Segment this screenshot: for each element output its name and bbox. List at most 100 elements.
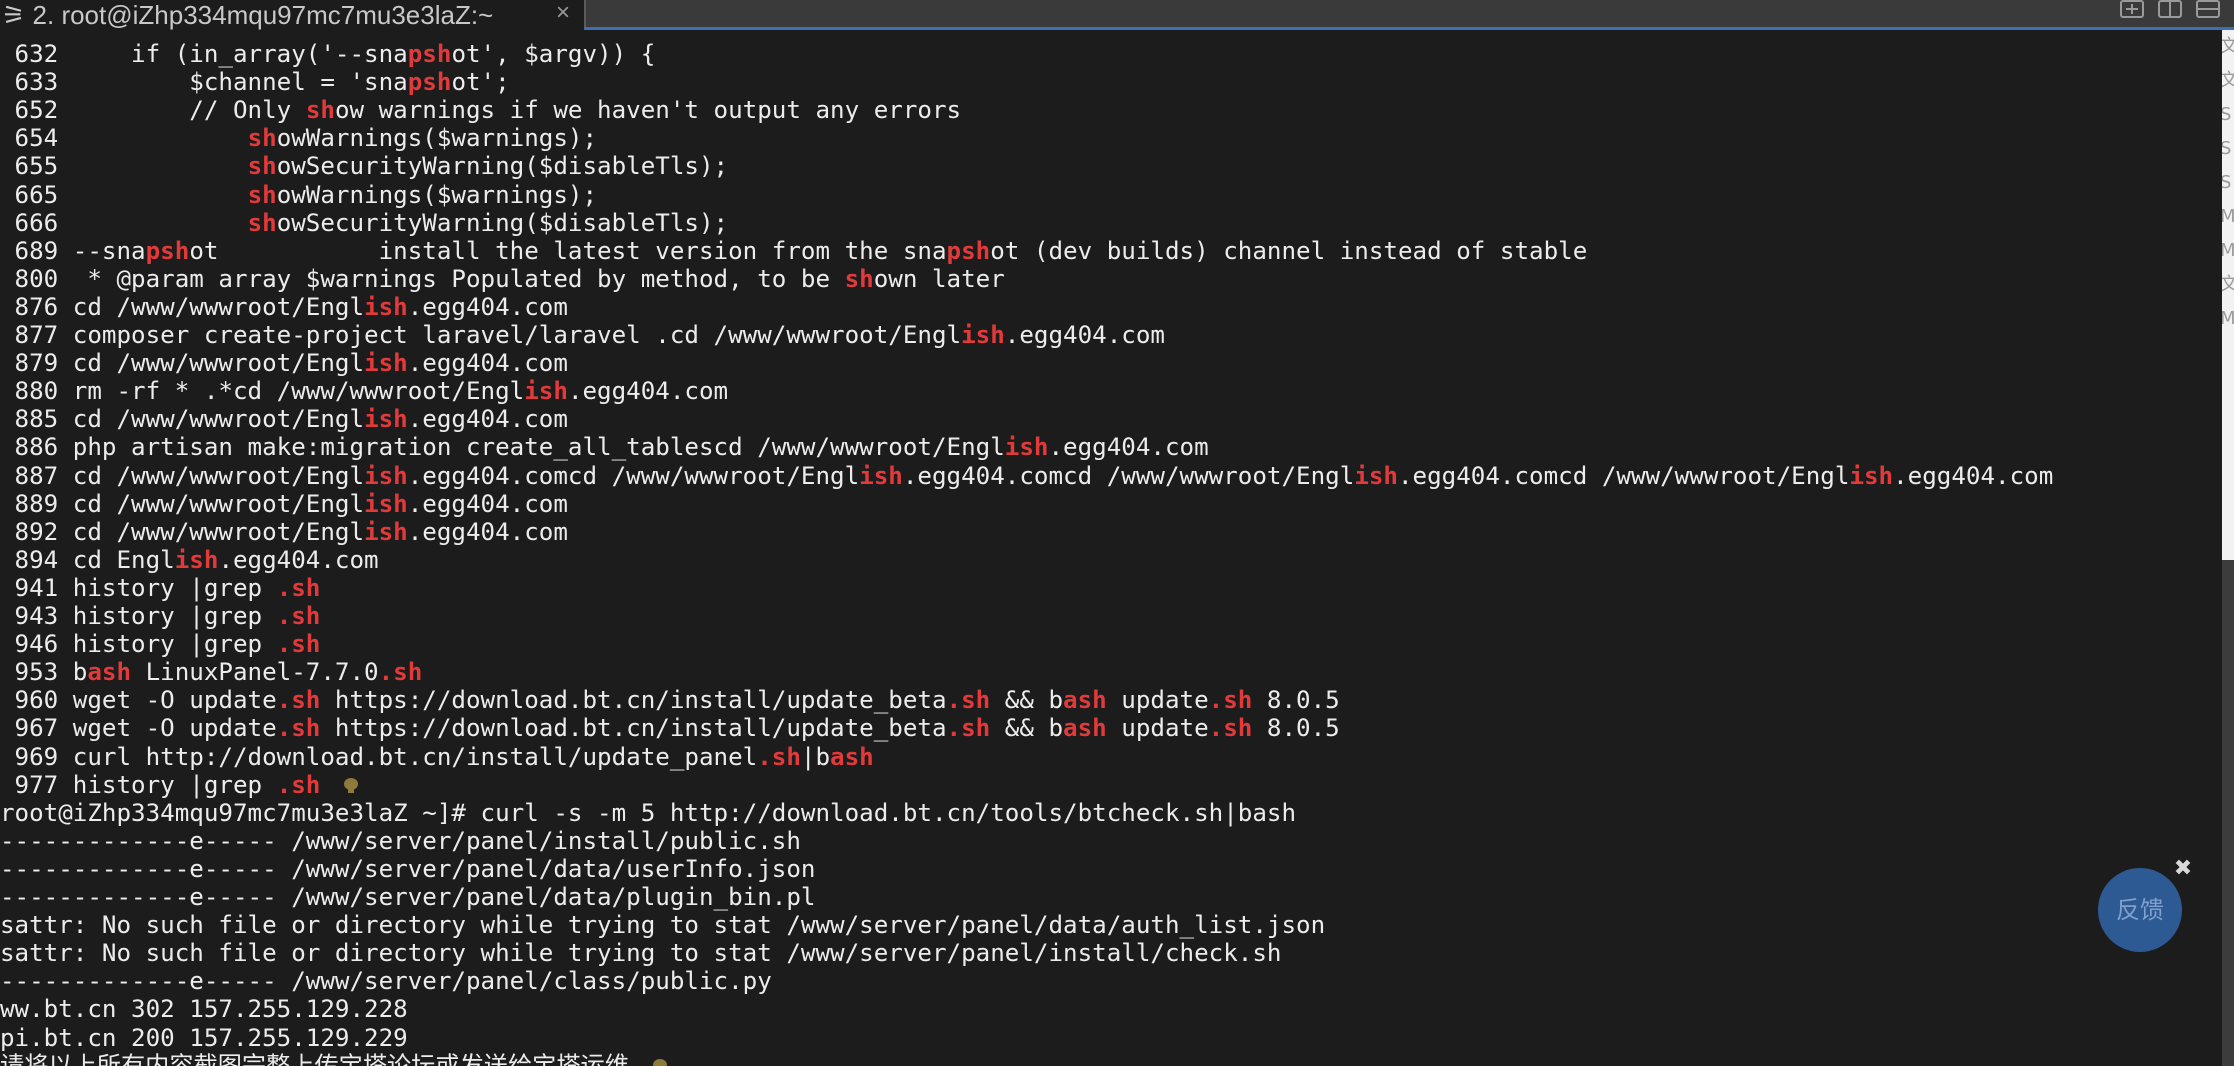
- lightbulb-icon[interactable]: [652, 1058, 667, 1066]
- match-highlight: ish: [364, 461, 408, 490]
- feedback-button[interactable]: 反馈: [2098, 868, 2182, 952]
- history-number: 689: [0, 236, 59, 265]
- command-text: 8.0.5: [1252, 714, 1340, 743]
- command-text: owSecurityWarning($disableTls);: [276, 152, 729, 181]
- command-text: .egg404.com: [407, 405, 568, 434]
- command-text: .egg404.com: [1048, 433, 1209, 462]
- command-text: 8.0.5: [1252, 686, 1340, 715]
- match-highlight: .sh: [1208, 714, 1253, 743]
- command-text: history |grep: [58, 573, 277, 602]
- command-text: [58, 181, 247, 209]
- output-text: -------------e----- /www/server/panel/da…: [0, 854, 816, 883]
- history-number: 885: [0, 405, 59, 434]
- match-highlight: sh: [305, 96, 335, 125]
- command-text: https://download.bt.cn/install/update_be…: [320, 686, 947, 715]
- lightbulb-icon[interactable]: [344, 777, 359, 794]
- history-line: 666 showSecurityWarning($disableTls);: [0, 208, 729, 237]
- terminal-tab[interactable]: ⚞ 2. root@iZhp334mqu97mc7mu3e3laZ:~ ×: [0, 0, 584, 30]
- match-highlight: sh: [247, 208, 277, 237]
- match-highlight: ish: [174, 545, 219, 574]
- history-line: 879 cd /www/wwwroot/English.egg404.com: [0, 349, 568, 377]
- history-number: 941: [0, 573, 59, 602]
- command-text: ot', $argv)) {: [451, 40, 656, 68]
- output-text: ww.bt.cn 302 157.255.129.228: [0, 995, 408, 1024]
- command-text: owSecurityWarning($disableTls);: [276, 208, 729, 237]
- history-line: 969 curl http://download.bt.cn/install/u…: [0, 743, 874, 771]
- match-highlight: .sh: [276, 630, 321, 659]
- split-vertical-icon[interactable]: [2158, 0, 2182, 18]
- command-text: wget -O update: [58, 714, 277, 743]
- history-line: 892 cd /www/wwwroot/English.egg404.com: [0, 518, 568, 546]
- scrollbar-thumb[interactable]: [2222, 560, 2234, 1066]
- history-line: 880 rm -rf * .*cd /www/wwwroot/English.e…: [0, 377, 729, 406]
- history-line: 654 showWarnings($warnings);: [0, 124, 598, 153]
- side-strip-char: S: [2222, 172, 2232, 193]
- side-strip-char: 文: [2222, 36, 2234, 57]
- output-text: -------------e----- /www/server/panel/cl…: [0, 967, 772, 996]
- match-highlight: ash: [1063, 714, 1107, 743]
- command-text: [58, 124, 247, 152]
- feedback-close-icon[interactable]: ✖: [2172, 858, 2194, 880]
- history-number: 889: [0, 489, 59, 518]
- match-highlight: ash: [830, 742, 874, 771]
- command-text: owWarnings($warnings);: [276, 124, 598, 153]
- command-text: update: [1106, 686, 1209, 715]
- history-line: 967 wget -O update.sh https://download.b…: [0, 714, 1340, 742]
- history-number: 800: [0, 264, 59, 293]
- history-number: 887: [0, 461, 59, 490]
- match-highlight: ish: [364, 517, 408, 546]
- match-highlight: ish: [859, 461, 903, 490]
- history-line: 885 cd /www/wwwroot/English.egg404.com: [0, 405, 568, 433]
- match-highlight: ish: [1849, 461, 1894, 490]
- match-highlight: sh: [844, 264, 874, 293]
- match-highlight: sh: [247, 152, 277, 181]
- command-text: .egg404.com: [1004, 321, 1165, 349]
- history-line: 953 bash LinuxPanel-7.7.0.sh: [0, 658, 423, 687]
- match-highlight: ish: [524, 377, 568, 406]
- output-text: root@iZhp334mqu97mc7mu3e3laZ ~]# curl -s…: [0, 798, 1297, 827]
- command-text: curl http://download.bt.cn/install/updat…: [58, 742, 758, 771]
- command-text: .egg404.comcd /www/wwwroot/Engl: [902, 461, 1355, 490]
- history-line: 886 php artisan make:migration create_al…: [0, 433, 1209, 461]
- active-pane-indicator: [584, 27, 2234, 30]
- split-horizontal-icon[interactable]: [2196, 0, 2220, 18]
- history-number: 652: [0, 96, 59, 125]
- history-line: 689 --snapshot install the latest versio…: [0, 236, 1588, 265]
- side-strip-char: M: [2222, 308, 2234, 329]
- match-highlight: .sh: [276, 686, 321, 715]
- match-highlight: ash: [1063, 686, 1107, 715]
- history-line: 633 $channel = 'snapshot';: [0, 68, 510, 96]
- output-line: 请将以上所有内容截图完整上传宝塔论坛或发送给宝塔运维: [0, 1052, 667, 1066]
- history-number: 880: [0, 377, 59, 406]
- tab-close-icon[interactable]: ×: [556, 0, 570, 28]
- command-text: composer create-project laravel/laravel …: [58, 321, 962, 349]
- terminal-output[interactable]: 632 if (in_array('--snapshot', $argv)) {…: [0, 40, 2222, 1066]
- command-text: [58, 209, 247, 237]
- tab-separator: [584, 0, 586, 30]
- match-highlight: .sh: [1208, 686, 1253, 715]
- match-highlight: psh: [145, 236, 190, 265]
- command-text: && b: [990, 714, 1064, 743]
- match-highlight: sh: [247, 124, 277, 153]
- command-text: history |grep: [58, 770, 277, 799]
- history-line: 977 history |grep .sh: [0, 770, 359, 799]
- history-number: 877: [0, 321, 59, 349]
- command-text: cd Engl: [58, 545, 175, 574]
- output-line: pi.bt.cn 200 157.255.129.229: [0, 1024, 408, 1052]
- tab-bar: ⚞ 2. root@iZhp334mqu97mc7mu3e3laZ:~ ×: [0, 0, 2234, 30]
- command-text: .egg404.com: [407, 517, 568, 546]
- history-line: 941 history |grep .sh: [0, 573, 321, 602]
- output-line: -------------e----- /www/server/panel/da…: [0, 855, 815, 883]
- output-text: -------------e----- /www/server/panel/in…: [0, 826, 801, 855]
- command-text: LinuxPanel-7.7.0: [131, 658, 379, 687]
- match-highlight: .sh: [276, 714, 321, 743]
- command-text: cd /www/wwwroot/Engl: [58, 292, 365, 321]
- output-text: pi.bt.cn 200 157.255.129.229: [0, 1023, 408, 1052]
- output-line: sattr: No such file or directory while t…: [0, 911, 1325, 939]
- match-highlight: ash: [87, 658, 132, 687]
- window-controls: [2120, 0, 2220, 26]
- command-text: cd /www/wwwroot/Engl: [58, 349, 365, 378]
- history-line: 652 // Only show warnings if we haven't …: [0, 96, 962, 125]
- new-tab-icon[interactable]: [2120, 0, 2144, 18]
- history-number: 633: [0, 68, 59, 97]
